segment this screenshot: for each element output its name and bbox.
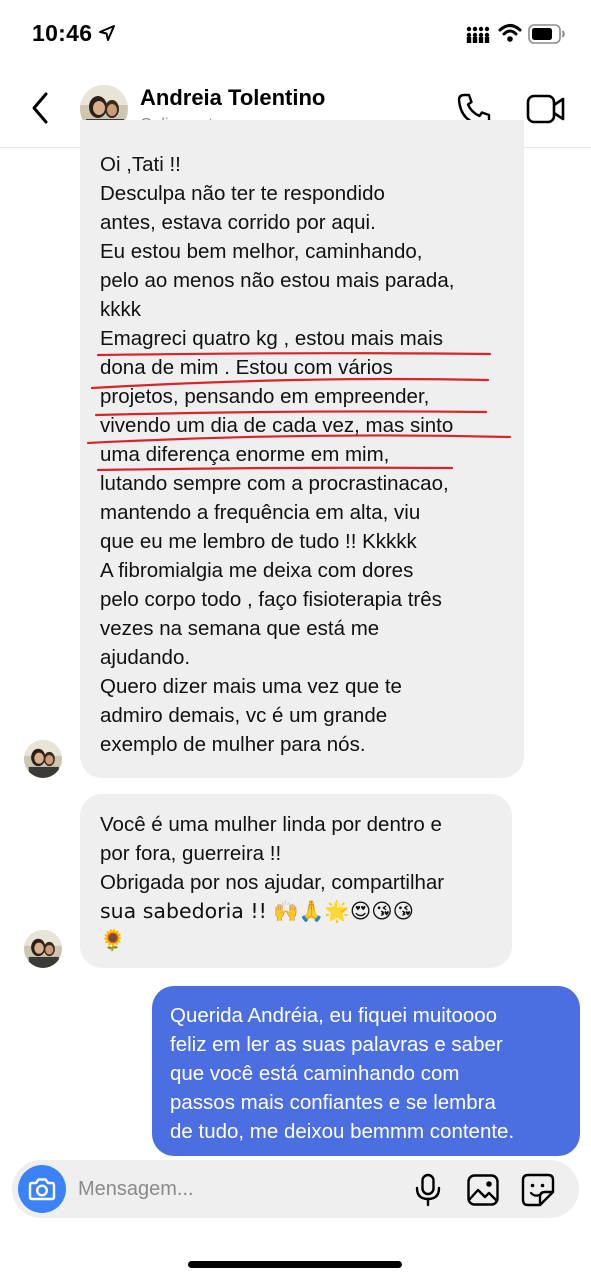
message-line: vezes na semana que está me: [100, 617, 380, 640]
message-line: ajudando.: [100, 646, 191, 669]
message-line: que eu me lembro de tudo !! Kkkkk: [100, 530, 417, 553]
wifi-icon: [498, 24, 522, 42]
message-line: de tudo, me deixou bemmm contente.: [170, 1120, 515, 1143]
message-line: Você é uma mulher linda por dentro e: [100, 813, 442, 836]
message-line: Emagreci quatro kg , estou mais mais: [100, 327, 443, 350]
camera-button[interactable]: [18, 1165, 66, 1213]
message-line: projetos, pensando em empreender,: [100, 385, 430, 408]
message-line: antes, estava corrido por aqui.: [100, 211, 376, 234]
back-button[interactable]: [26, 88, 56, 128]
cellular-signal-icon: [466, 26, 490, 43]
message-line: kkkk: [100, 298, 141, 321]
message-line: vivendo um dia de cada vez, mas sinto: [100, 414, 454, 437]
video-call-button[interactable]: [526, 92, 566, 126]
message-line: Querida Andréia, eu fiquei muitoooo: [170, 1004, 498, 1027]
status-time: 10:46: [32, 20, 93, 46]
message-line: exemplo de mulher para nós.: [100, 733, 366, 756]
message-line: Obrigada por nos ajudar, compartilhar: [100, 871, 445, 894]
message-line: lutando sempre com a procrastinacao,: [100, 472, 449, 495]
message-line: sua sabedoria !! 🙌🙏🌟😍😘😘: [100, 899, 415, 923]
home-indicator: [188, 1261, 402, 1268]
message-line: pelo corpo todo , faço fisioterapia três: [100, 588, 442, 611]
contact-name[interactable]: Andreia Tolentino: [140, 85, 325, 111]
sender-avatar[interactable]: [24, 740, 62, 778]
camera-icon: [28, 1178, 56, 1201]
message-line: 🌻: [100, 928, 126, 952]
message-line: Oi ,Tati !!: [100, 153, 181, 176]
incoming-message-bubble[interactable]: Você é uma mulher linda por dentro e por…: [80, 794, 512, 968]
message-line: por fora, guerreira !!: [100, 842, 282, 865]
outgoing-message-bubble[interactable]: Querida Andréia, eu fiquei muitoooo feli…: [152, 986, 580, 1156]
message-line: que você está caminhando com: [170, 1062, 460, 1085]
location-arrow-icon: [99, 25, 115, 41]
profile-photo-icon: [24, 740, 62, 778]
message-line: A fibromialgia me deixa com dores: [100, 559, 414, 582]
incoming-message-bubble[interactable]: Oi ,Tati !! Desculpa não ter te respondi…: [80, 120, 524, 778]
microphone-button[interactable]: [414, 1173, 442, 1207]
profile-photo-icon: [24, 930, 62, 968]
message-line: admiro demais, vc é um grande: [100, 704, 388, 727]
message-line: pelo ao menos não estou mais parada,: [100, 269, 455, 292]
status-bar: 10:46: [0, 0, 591, 70]
message-input[interactable]: [78, 1175, 378, 1203]
sender-avatar[interactable]: [24, 930, 62, 968]
message-line: dona de mim . Estou com vários: [100, 356, 393, 379]
sticker-button[interactable]: [520, 1172, 556, 1208]
message-line: passos mais confiantes e se lembra: [170, 1091, 496, 1114]
message-line: uma diferença enorme em mim,: [100, 443, 390, 466]
message-line: mantendo a frequência em alta, viu: [100, 501, 421, 524]
message-line: Desculpa não ter te respondido: [100, 182, 385, 205]
gallery-button[interactable]: [466, 1173, 500, 1207]
message-line: Eu estou bem melhor, caminhando,: [100, 240, 423, 263]
message-line: feliz em ler as suas palavras e saber: [170, 1033, 503, 1056]
message-line: Quero dizer mais uma vez que te: [100, 675, 402, 698]
message-composer: [12, 1160, 579, 1218]
battery-icon: [528, 24, 565, 44]
